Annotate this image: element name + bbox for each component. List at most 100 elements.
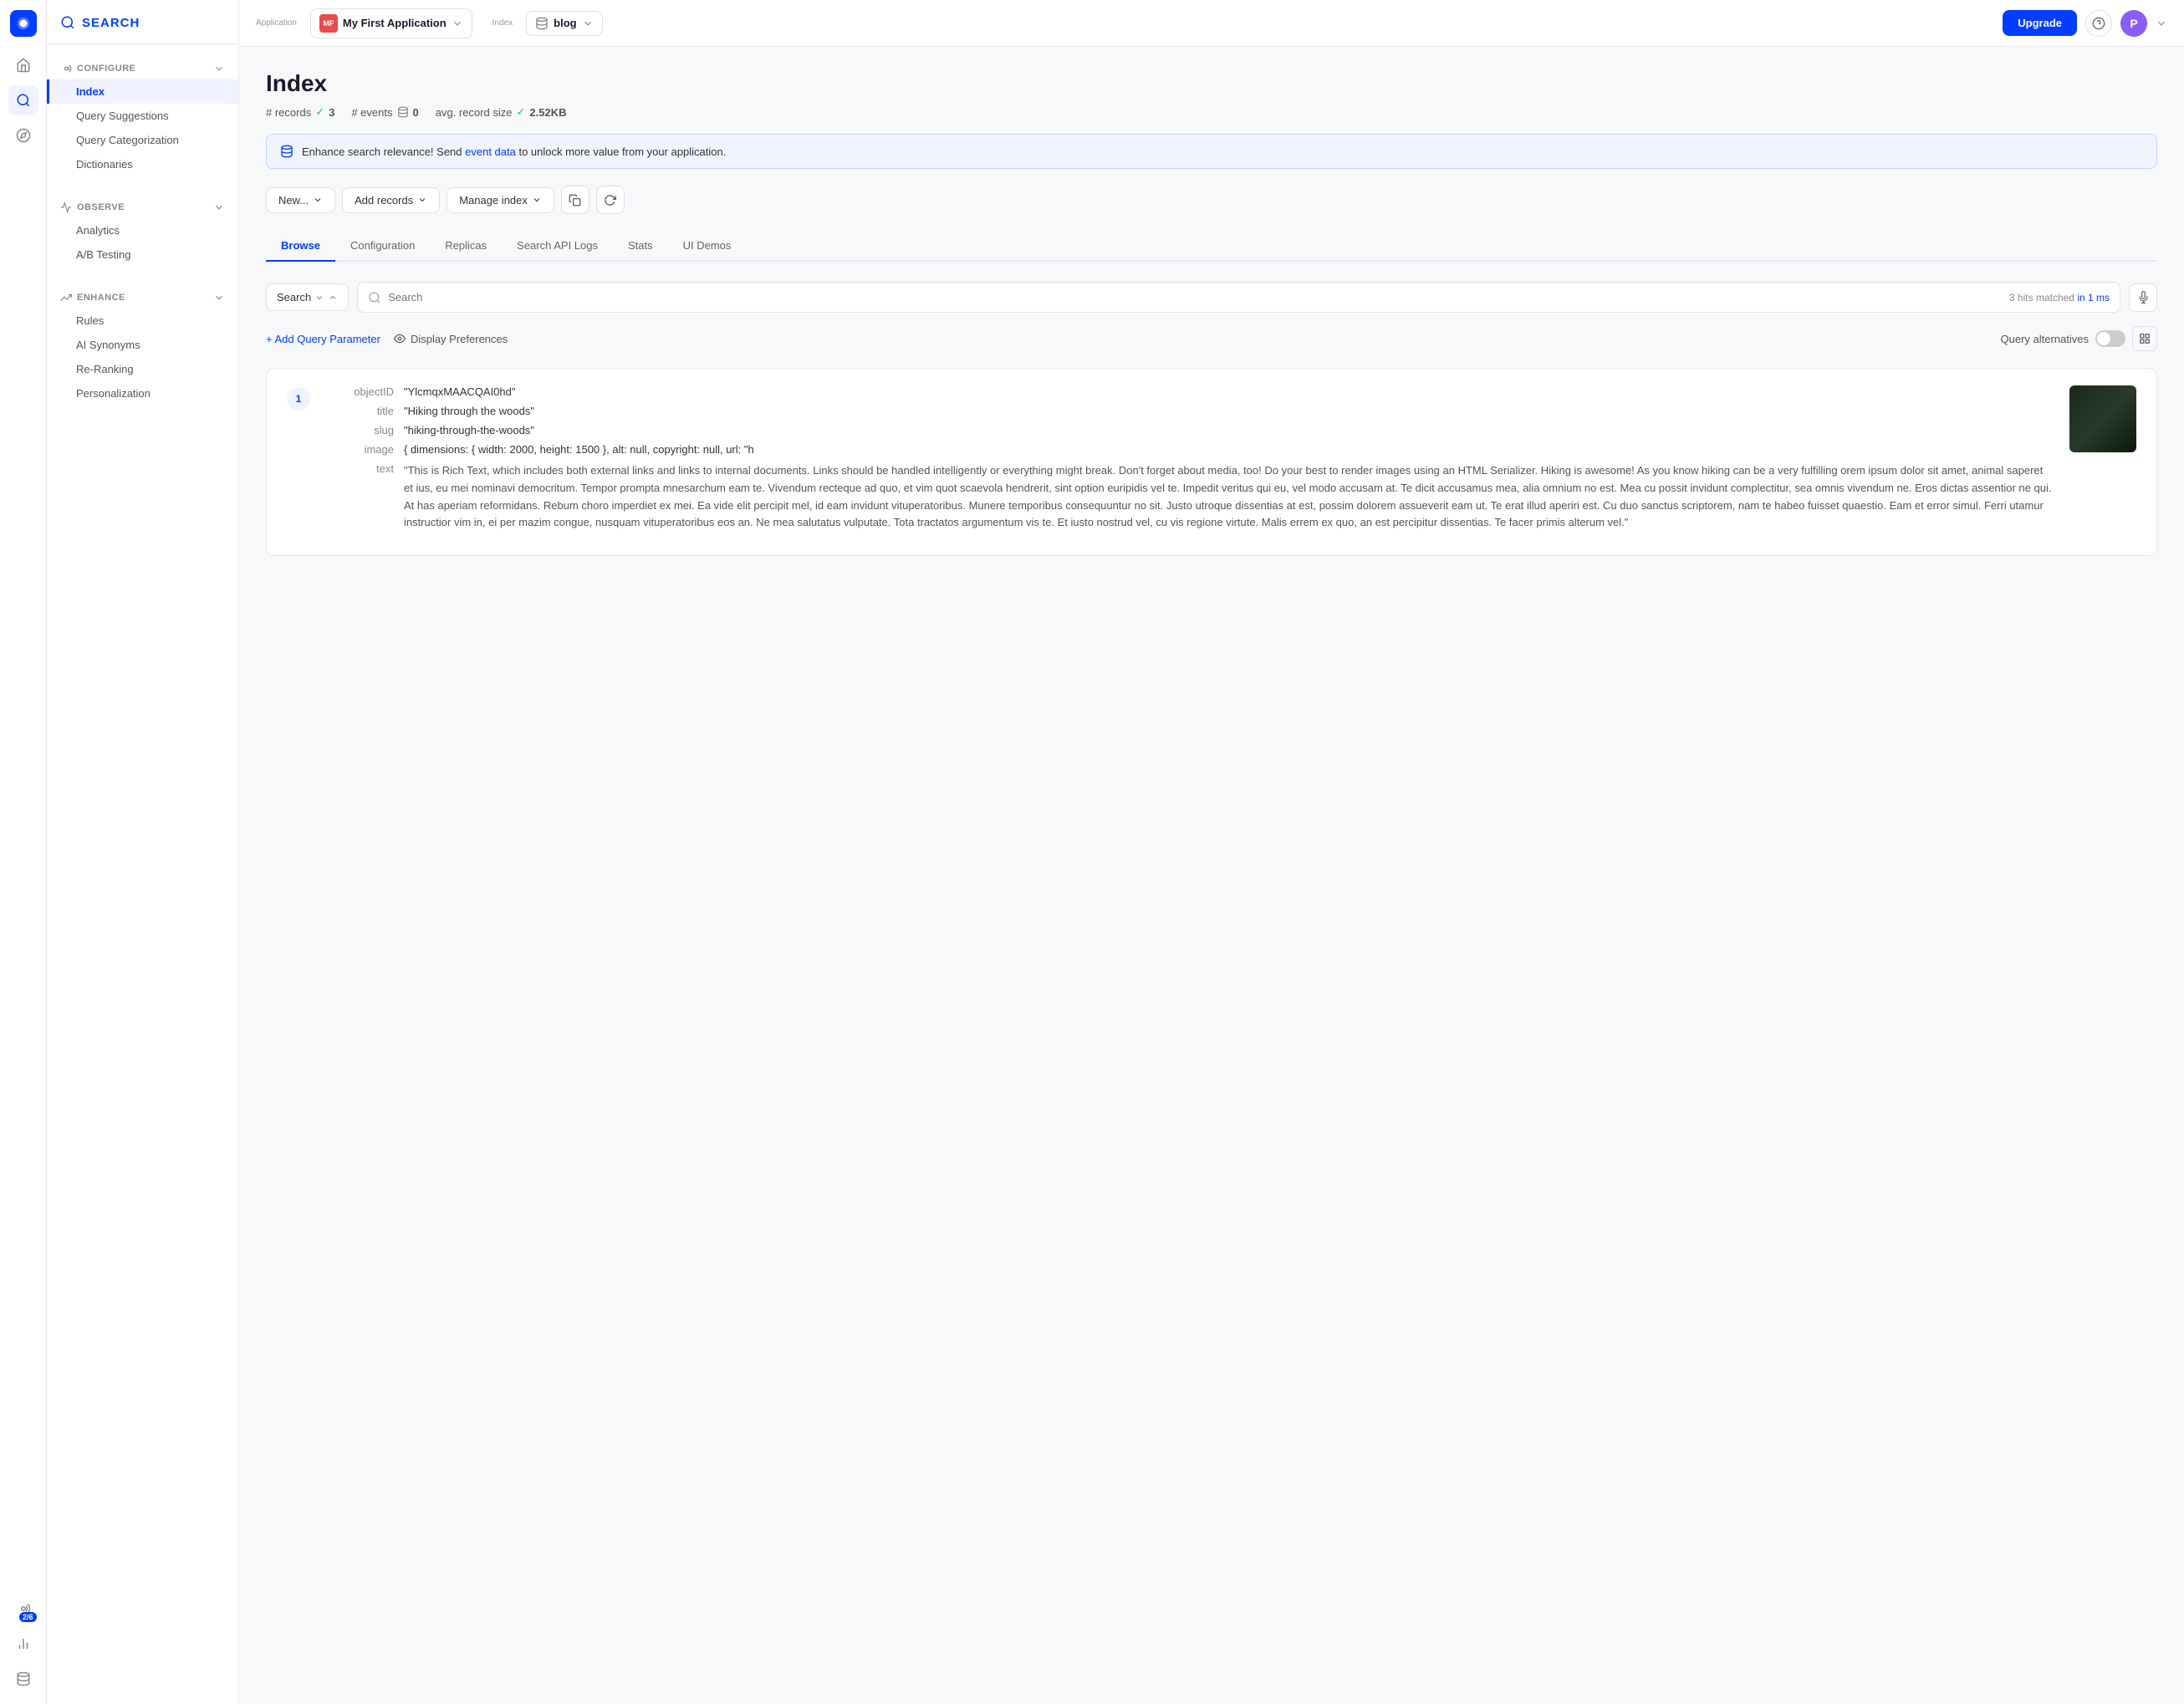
events-label: # events — [351, 106, 392, 119]
sidebar-item-ab-testing[interactable]: A/B Testing — [47, 242, 238, 267]
observe-label: OBSERVE — [77, 202, 125, 212]
configure-section-header[interactable]: CONFIGURE — [47, 58, 238, 79]
field-row-text: text "This is Rich Text, which includes … — [327, 462, 2053, 532]
settings-icon[interactable]: 2/6 — [8, 1594, 38, 1624]
info-banner: Enhance search relevance! Send event dat… — [266, 134, 2157, 169]
hits-matched-text: 3 hits matched in 1 ms — [2009, 292, 2110, 304]
database-icon[interactable] — [8, 1664, 38, 1694]
display-preferences-button[interactable]: Display Preferences — [394, 333, 508, 345]
records-label: # records — [266, 106, 311, 119]
record-fields: objectID "YlcmqxMAACQAI0hd" title "Hikin… — [327, 385, 2053, 538]
search-type-label: Search — [277, 291, 311, 304]
toggle-knob — [2097, 332, 2110, 345]
field-name-title: title — [327, 405, 394, 417]
page-title: Index — [266, 70, 2157, 97]
badge: 2/6 — [19, 1612, 37, 1622]
sidebar-item-rules[interactable]: Rules — [47, 309, 238, 333]
app-label: Application — [256, 18, 297, 28]
tab-replicas[interactable]: Replicas — [430, 231, 502, 262]
stats-row: # records ✓ 3 # events 0 avg. record siz… — [266, 105, 2157, 119]
field-value-objectid: "YlcmqxMAACQAI0hd" — [404, 385, 2053, 398]
avg-size-value: 2.52KB — [529, 106, 566, 119]
tab-search-api-logs[interactable]: Search API Logs — [502, 231, 613, 262]
field-value-text: "This is Rich Text, which includes both … — [404, 462, 2053, 532]
tab-browse[interactable]: Browse — [266, 231, 335, 262]
app-initials: MF — [319, 14, 338, 33]
events-db-icon — [397, 106, 409, 118]
field-name-slug: slug — [327, 424, 394, 436]
field-value-image: { dimensions: { width: 2000, height: 150… — [404, 443, 2053, 456]
info-banner-icon — [280, 145, 293, 158]
sidebar-item-dictionaries[interactable]: Dictionaries — [47, 152, 238, 176]
field-row-title: title "Hiking through the woods" — [327, 405, 2053, 417]
info-banner-text: Enhance search relevance! Send event dat… — [302, 145, 726, 158]
avg-size-stat: avg. record size ✓ 2.52KB — [436, 105, 567, 119]
app-logo[interactable] — [10, 10, 37, 37]
avg-size-label: avg. record size — [436, 106, 513, 119]
new-chevron-icon — [313, 195, 323, 205]
search-type-selector[interactable]: Search — [266, 283, 349, 311]
app-selector[interactable]: MF My First Application — [310, 8, 472, 38]
sidebar-item-index[interactable]: Index — [47, 79, 238, 104]
field-row-image: image { dimensions: { width: 2000, heigh… — [327, 443, 2053, 456]
tab-configuration[interactable]: Configuration — [335, 231, 430, 262]
tab-ui-demos[interactable]: UI Demos — [668, 231, 747, 262]
refresh-button[interactable] — [596, 186, 625, 214]
sidebar-item-ai-synonyms[interactable]: AI Synonyms — [47, 333, 238, 357]
sidebar-item-query-suggestions[interactable]: Query Suggestions — [47, 104, 238, 128]
event-data-link[interactable]: event data — [465, 145, 516, 158]
add-records-button[interactable]: Add records — [342, 187, 440, 213]
record-thumbnail — [2069, 385, 2136, 452]
records-count: 3 — [329, 106, 334, 119]
tab-stats[interactable]: Stats — [613, 231, 668, 262]
search-nav-icon[interactable] — [8, 85, 38, 115]
field-value-slug: "hiking-through-the-woods" — [404, 424, 2053, 436]
record-card: 1 objectID "YlcmqxMAACQAI0hd" title "Hik… — [266, 368, 2157, 556]
hits-time-link[interactable]: in 1 ms — [2077, 292, 2110, 304]
new-button[interactable]: New... — [266, 187, 335, 213]
record-number: 1 — [287, 387, 310, 411]
upgrade-button[interactable]: Upgrade — [2003, 10, 2077, 36]
query-alternatives-control: Query alternatives — [2001, 326, 2158, 351]
index-label: Index — [492, 18, 513, 28]
index-name: blog — [554, 17, 576, 29]
grid-view-button[interactable] — [2132, 326, 2157, 351]
manage-index-button[interactable]: Manage index — [446, 187, 554, 213]
field-name-objectid: objectID — [327, 385, 394, 398]
user-chevron-icon — [2156, 18, 2167, 29]
analytics-icon[interactable] — [8, 1629, 38, 1659]
discover-icon[interactable] — [8, 120, 38, 151]
field-row-slug: slug "hiking-through-the-woods" — [327, 424, 2053, 436]
user-avatar[interactable]: P — [2120, 10, 2147, 37]
search-input[interactable] — [388, 283, 2003, 312]
configure-section: CONFIGURE Index Query Suggestions Query … — [47, 44, 238, 183]
field-name-image: image — [327, 443, 394, 456]
sidebar-item-re-ranking[interactable]: Re-Ranking — [47, 357, 238, 381]
topbar: Application MF My First Application Inde… — [239, 0, 2184, 47]
home-icon[interactable] — [8, 50, 38, 80]
observe-section-header[interactable]: OBSERVE — [47, 196, 238, 218]
sidebar-item-analytics[interactable]: Analytics — [47, 218, 238, 242]
query-row: + Add Query Parameter Display Preference… — [266, 326, 2157, 351]
mic-button[interactable] — [2129, 283, 2157, 312]
icon-rail: 2/6 — [0, 0, 47, 1704]
page-body: Index # records ✓ 3 # events 0 avg. reco… — [239, 47, 2184, 1704]
configure-label: CONFIGURE — [77, 64, 136, 74]
search-type-chevron-icon — [314, 293, 324, 303]
help-icon[interactable] — [2085, 10, 2112, 37]
sidebar-header: SEARCH — [47, 0, 238, 44]
enhance-section-header[interactable]: ENHANCE — [47, 287, 238, 309]
copy-button[interactable] — [561, 186, 589, 214]
manage-index-chevron-icon — [532, 195, 542, 205]
tabs: Browse Configuration Replicas Search API… — [266, 231, 2157, 262]
sidebar: SEARCH CONFIGURE Index Query Suggestions… — [47, 0, 239, 1704]
query-alternatives-toggle[interactable] — [2095, 330, 2125, 347]
sidebar-item-query-categorization[interactable]: Query Categorization — [47, 128, 238, 152]
add-records-chevron-icon — [417, 195, 427, 205]
thumbnail-image — [2069, 385, 2136, 452]
field-value-title: "Hiking through the woods" — [404, 405, 2053, 417]
index-selector[interactable]: blog — [526, 11, 602, 36]
add-query-param-button[interactable]: + Add Query Parameter — [266, 333, 380, 345]
enhance-section: ENHANCE Rules AI Synonyms Re-Ranking Per… — [47, 273, 238, 412]
sidebar-item-personalization[interactable]: Personalization — [47, 381, 238, 406]
